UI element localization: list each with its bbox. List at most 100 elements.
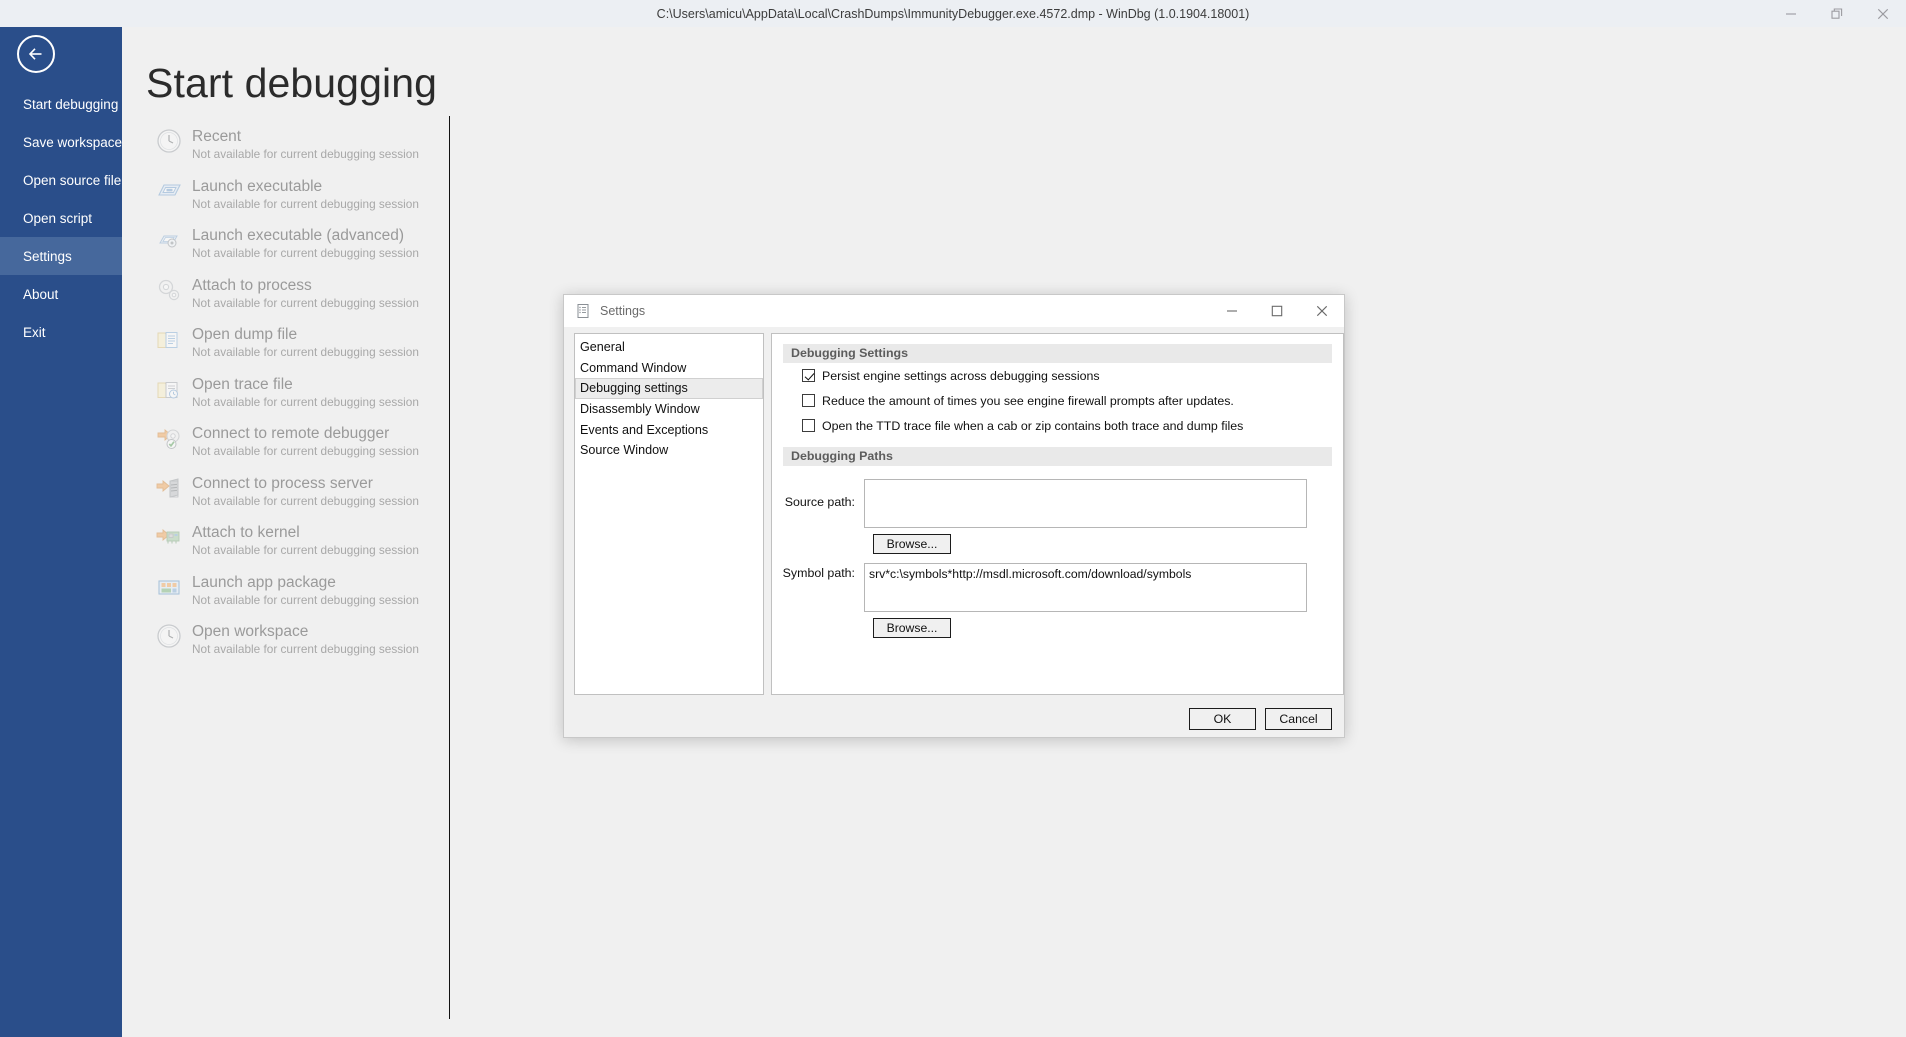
checkbox-row-reduce-firewall-prompts[interactable]: Reduce the amount of times you see engin…: [802, 388, 1343, 413]
settings-document-icon: [575, 303, 591, 319]
clock-icon: [146, 126, 192, 154]
checkbox-row-open-ttd-trace-file[interactable]: Open the TTD trace file when a cab or zi…: [802, 413, 1343, 438]
symbol-path-browse-button[interactable]: Browse...: [873, 618, 951, 638]
action-item-connect-process-server[interactable]: Connect to process server Not available …: [146, 473, 436, 523]
settings-dialog-controls: [1209, 295, 1344, 328]
cancel-button[interactable]: Cancel: [1265, 708, 1332, 730]
action-item-launch-executable-advanced[interactable]: Launch executable (advanced) Not availab…: [146, 225, 436, 275]
sidebar-item-start-debugging[interactable]: Start debugging: [0, 85, 122, 123]
settings-dialog-title: Settings: [600, 304, 645, 318]
sidebar-item-save-workspace[interactable]: Save workspace: [0, 123, 122, 161]
sidebar-item-label: Open script: [23, 211, 92, 226]
action-subtitle: Not available for current debugging sess…: [192, 443, 419, 459]
category-item-source-window[interactable]: Source Window: [575, 440, 763, 461]
minimize-icon[interactable]: [1209, 295, 1254, 328]
settings-dialog-footer: OK Cancel: [564, 701, 1344, 737]
action-title: Launch executable (advanced): [192, 226, 419, 245]
category-label: Source Window: [580, 443, 668, 457]
server-connect-icon: [146, 473, 192, 501]
group-header-debugging-paths: Debugging Paths: [783, 447, 1332, 466]
action-subtitle: Not available for current debugging sess…: [192, 493, 419, 509]
source-path-input[interactable]: [864, 479, 1307, 528]
action-title: Open workspace: [192, 622, 419, 641]
checkbox-label: Persist engine settings across debugging…: [822, 369, 1100, 383]
sidebar-item-open-script[interactable]: Open script: [0, 199, 122, 237]
action-title: Attach to process: [192, 276, 419, 295]
action-item-connect-remote-debugger[interactable]: Connect to remote debugger Not available…: [146, 423, 436, 473]
category-item-general[interactable]: General: [575, 337, 763, 358]
action-item-launch-executable[interactable]: Launch executable Not available for curr…: [146, 176, 436, 226]
action-subtitle: Not available for current debugging sess…: [192, 542, 419, 558]
checkbox-reduce-firewall-prompts[interactable]: [802, 394, 815, 407]
action-subtitle: Not available for current debugging sess…: [192, 295, 419, 311]
minimize-icon[interactable]: [1768, 0, 1814, 27]
sidebar-item-open-source-file[interactable]: Open source file: [0, 161, 122, 199]
action-title: Connect to remote debugger: [192, 424, 419, 443]
action-item-open-dump-file[interactable]: Open dump file Not available for current…: [146, 324, 436, 374]
executable-icon: [146, 176, 192, 204]
executable-advanced-icon: [146, 225, 192, 253]
sidebar-item-label: Exit: [23, 325, 46, 340]
maximize-icon[interactable]: [1254, 295, 1299, 328]
app-package-icon: [146, 572, 192, 600]
source-path-label: Source path:: [772, 479, 864, 528]
category-item-debugging-settings[interactable]: Debugging settings: [575, 378, 763, 399]
restore-icon[interactable]: [1814, 0, 1860, 27]
settings-detail-pane: Debugging Settings Persist engine settin…: [771, 333, 1344, 695]
action-item-launch-app-package[interactable]: Launch app package Not available for cur…: [146, 572, 436, 622]
sidebar-item-about[interactable]: About: [0, 275, 122, 313]
action-item-attach-to-process[interactable]: Attach to process Not available for curr…: [146, 275, 436, 325]
sidebar-item-label: About: [23, 287, 58, 302]
action-item-recent[interactable]: Recent Not available for current debuggi…: [146, 126, 436, 176]
action-title: Attach to kernel: [192, 523, 419, 542]
category-label: Command Window: [580, 361, 686, 375]
source-path-row: Source path:: [772, 479, 1343, 528]
action-subtitle: Not available for current debugging sess…: [192, 196, 419, 212]
category-item-disassembly-window[interactable]: Disassembly Window: [575, 399, 763, 420]
clock-icon: [146, 621, 192, 649]
settings-dialog-body: General Command Window Debugging setting…: [564, 328, 1344, 703]
action-title: Connect to process server: [192, 474, 419, 493]
action-item-attach-to-kernel[interactable]: Attach to kernel Not available for curre…: [146, 522, 436, 572]
content-divider: [449, 116, 450, 1019]
symbol-path-browse-wrap: Browse...: [873, 618, 1343, 638]
category-item-command-window[interactable]: Command Window: [575, 358, 763, 379]
source-path-browse-wrap: Browse...: [873, 534, 1343, 554]
action-item-open-workspace[interactable]: Open workspace Not available for current…: [146, 621, 436, 671]
close-icon[interactable]: [1860, 0, 1906, 27]
sidebar-item-exit[interactable]: Exit: [0, 313, 122, 351]
action-subtitle: Not available for current debugging sess…: [192, 592, 419, 608]
category-label: Disassembly Window: [580, 402, 700, 416]
page-title: Start debugging: [146, 60, 437, 107]
checkbox-label: Reduce the amount of times you see engin…: [822, 394, 1234, 408]
symbol-path-label: Symbol path:: [772, 563, 864, 612]
checkbox-open-ttd-trace-file[interactable]: [802, 419, 815, 432]
symbol-path-row: Symbol path: srv*c:\symbols*http://msdl.…: [772, 563, 1343, 612]
action-item-open-trace-file[interactable]: Open trace file Not available for curren…: [146, 374, 436, 424]
sidebar-items: Start debugging Save workspace Open sour…: [0, 85, 122, 351]
settings-category-list[interactable]: General Command Window Debugging setting…: [574, 333, 764, 695]
settings-dialog-titlebar: Settings: [564, 295, 1344, 328]
group-header-debugging-settings: Debugging Settings: [783, 344, 1332, 363]
folder-document-icon: [146, 324, 192, 352]
symbol-path-input[interactable]: srv*c:\symbols*http://msdl.microsoft.com…: [864, 563, 1307, 612]
ok-button[interactable]: OK: [1189, 708, 1256, 730]
action-subtitle: Not available for current debugging sess…: [192, 394, 419, 410]
action-title: Launch executable: [192, 177, 419, 196]
checkbox-row-persist-engine-settings[interactable]: Persist engine settings across debugging…: [802, 363, 1343, 388]
action-title: Open trace file: [192, 375, 419, 394]
action-subtitle: Not available for current debugging sess…: [192, 146, 419, 162]
sidebar-item-settings[interactable]: Settings: [0, 237, 122, 275]
sidebar-item-label: Save workspace: [23, 135, 122, 150]
category-item-events-and-exceptions[interactable]: Events and Exceptions: [575, 420, 763, 441]
back-arrow-icon[interactable]: [17, 35, 55, 73]
sidebar-item-label: Settings: [23, 249, 72, 264]
close-icon[interactable]: [1299, 295, 1344, 328]
checkbox-persist-engine-settings[interactable]: [802, 369, 815, 382]
sidebar: Start debugging Save workspace Open sour…: [0, 27, 122, 1037]
window-titlebar: C:\Users\amicu\AppData\Local\CrashDumps\…: [0, 0, 1906, 27]
kernel-card-icon: [146, 522, 192, 550]
source-path-browse-button[interactable]: Browse...: [873, 534, 951, 554]
remote-connect-icon: [146, 423, 192, 451]
action-title: Open dump file: [192, 325, 419, 344]
